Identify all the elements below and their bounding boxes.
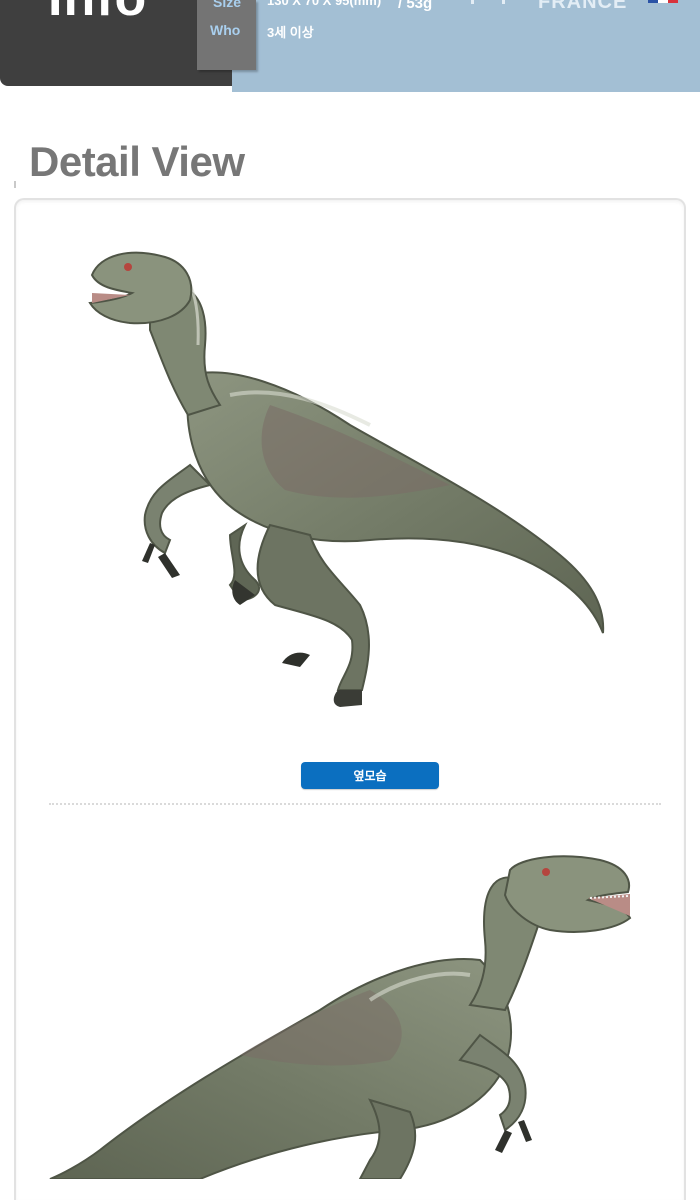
section-divider [49, 803, 661, 805]
product-photo-side-left [88, 251, 605, 707]
detail-view-title: Detail View [29, 138, 245, 185]
info-title: Info [48, 0, 147, 28]
who-value: 3세 이상 [267, 25, 314, 40]
weight-value: / 53g [398, 0, 433, 12]
product-photo-side-right [49, 855, 632, 1179]
origin-text: FRANCE [538, 0, 628, 13]
size-value: 130 X 70 X 95(mm) [267, 0, 382, 8]
divider-tick [471, 0, 474, 4]
info-banner-light-panel [232, 0, 700, 92]
size-label: Size [213, 0, 242, 10]
france-flag-icon [648, 0, 678, 3]
section-marker [14, 181, 16, 188]
side-view-button[interactable]: 옆모습 [301, 762, 439, 789]
who-label: Who [210, 22, 241, 38]
divider-tick [502, 0, 505, 4]
